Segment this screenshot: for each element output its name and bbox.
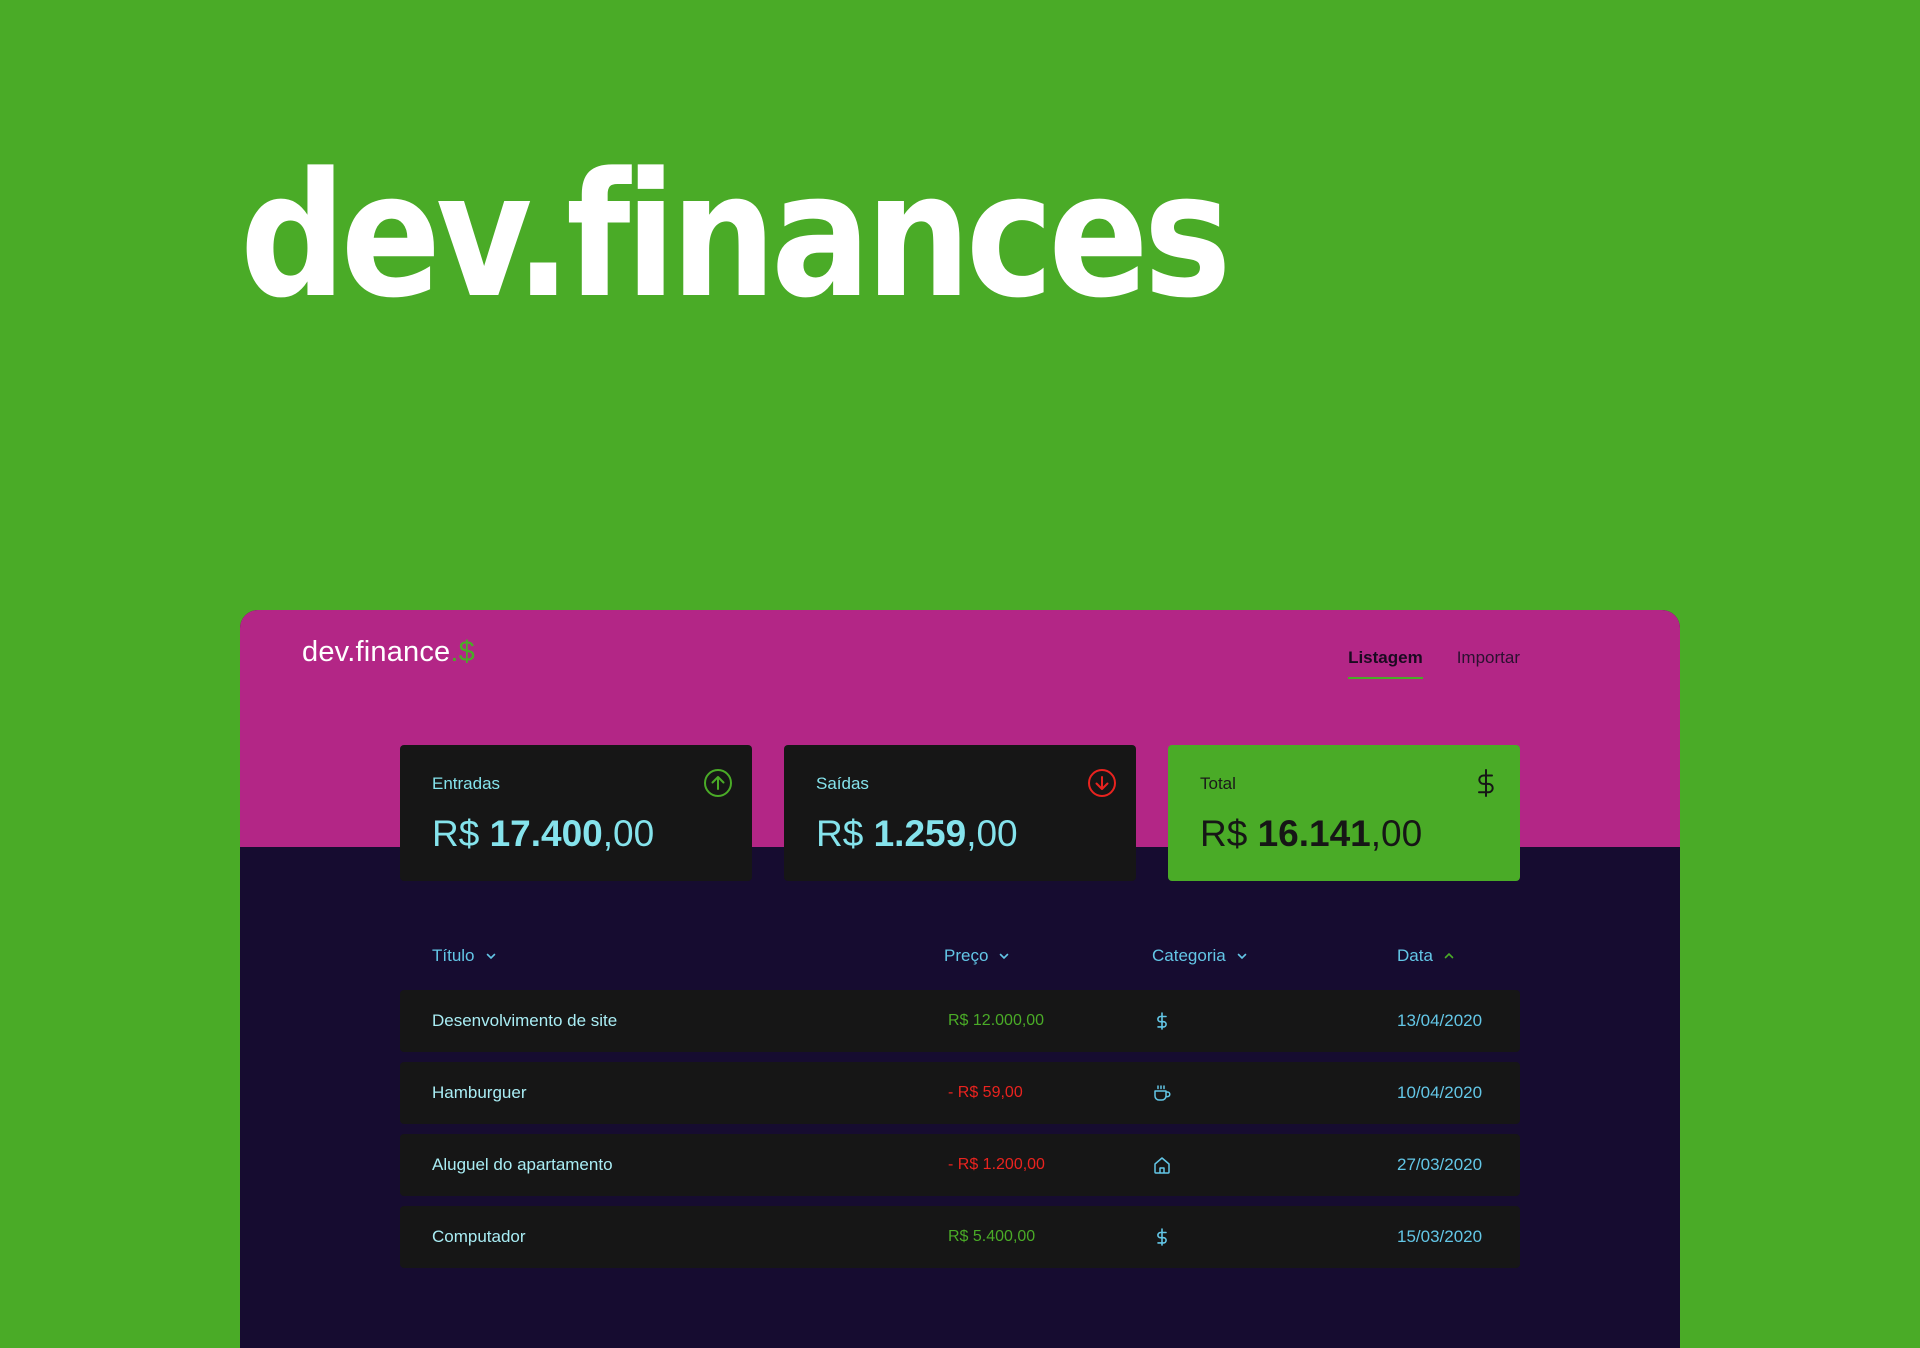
row-title: Aluguel do apartamento xyxy=(432,1155,613,1174)
row-title: Hamburguer xyxy=(432,1083,527,1102)
card-value: R$ 1.259,00 xyxy=(816,813,1018,854)
card-label: Total xyxy=(1200,774,1236,793)
table-row[interactable]: Computador R$ 5.400,00 15/03/2020 xyxy=(400,1206,1520,1268)
row-date: 10/04/2020 xyxy=(1397,1083,1483,1102)
app-logo[interactable]: dev.finance.$ xyxy=(302,636,475,669)
table-row[interactable]: Aluguel do apartamento - R$ 1.200,00 27/… xyxy=(400,1134,1520,1196)
row-date: 15/03/2020 xyxy=(1397,1227,1483,1246)
arrow-down-circle-icon xyxy=(1088,769,1116,797)
row-title: Desenvolvimento de site xyxy=(432,1011,618,1030)
hero-title: dev.finances xyxy=(240,135,1232,336)
logo-text: dev.finance xyxy=(302,636,451,668)
row-category xyxy=(1152,1134,1172,1196)
nav-item-listagem[interactable]: Listagem xyxy=(1348,648,1423,679)
row-price: - R$ 59,00 xyxy=(948,1084,1023,1101)
home-icon xyxy=(1154,1157,1170,1174)
top-nav: Listagem Importar xyxy=(1348,648,1520,679)
row-date: 27/03/2020 xyxy=(1397,1155,1483,1174)
transactions-list: Desenvolvimento de site R$ 12.000,00 13/… xyxy=(400,990,1520,1278)
card-total: Total R$ 16.141,00 xyxy=(1168,745,1520,881)
card-label: Entradas xyxy=(432,774,501,793)
column-header-categoria[interactable]: Categoria xyxy=(1152,946,1248,966)
chevron-down-icon xyxy=(1000,953,1009,960)
row-price: - R$ 1.200,00 xyxy=(948,1156,1045,1173)
logo-dot: . xyxy=(450,636,459,668)
column-header-preco[interactable]: Preço xyxy=(944,946,1010,966)
column-header-titulo[interactable]: Título xyxy=(432,946,497,966)
summary-cards: Entradas R$ 17.400,00 Saídas R$ 1.259,00… xyxy=(400,745,1520,881)
table-header: Título Preço Categoria Data xyxy=(400,946,1520,976)
dollar-icon xyxy=(1157,1012,1167,1030)
row-category xyxy=(1152,1206,1172,1268)
logo-dollar-symbol: $ xyxy=(458,636,475,668)
table-row[interactable]: Hamburguer - R$ 59,00 10/04/2020 xyxy=(400,1062,1520,1124)
card-value: R$ 17.400,00 xyxy=(432,813,655,854)
card-value: R$ 16.141,00 xyxy=(1200,813,1423,854)
card-entradas: Entradas R$ 17.400,00 xyxy=(400,745,752,881)
card-saidas: Saídas R$ 1.259,00 xyxy=(784,745,1136,881)
row-title: Computador xyxy=(432,1227,526,1246)
card-label: Saídas xyxy=(816,774,869,793)
app-header: dev.finance.$ Listagem Importar Entradas… xyxy=(240,610,1680,881)
row-price: R$ 5.400,00 xyxy=(948,1228,1036,1245)
row-date: 13/04/2020 xyxy=(1397,1011,1483,1030)
column-header-data[interactable]: Data xyxy=(1397,946,1455,966)
dollar-icon xyxy=(1157,1228,1167,1246)
row-category xyxy=(1152,1062,1172,1124)
row-price: R$ 12.000,00 xyxy=(948,1012,1045,1029)
row-category xyxy=(1152,990,1172,1052)
chevron-up-icon xyxy=(1444,952,1454,959)
chevron-down-icon xyxy=(486,953,495,960)
nav-item-importar[interactable]: Importar xyxy=(1457,648,1520,679)
arrow-up-circle-icon xyxy=(704,769,732,797)
chevron-down-icon xyxy=(1237,953,1247,960)
app-window: dev.finance.$ Listagem Importar Entradas… xyxy=(240,610,1680,1348)
table-row[interactable]: Desenvolvimento de site R$ 12.000,00 13/… xyxy=(400,990,1520,1052)
coffee-icon xyxy=(1154,1085,1171,1101)
dollar-icon xyxy=(1478,769,1494,797)
